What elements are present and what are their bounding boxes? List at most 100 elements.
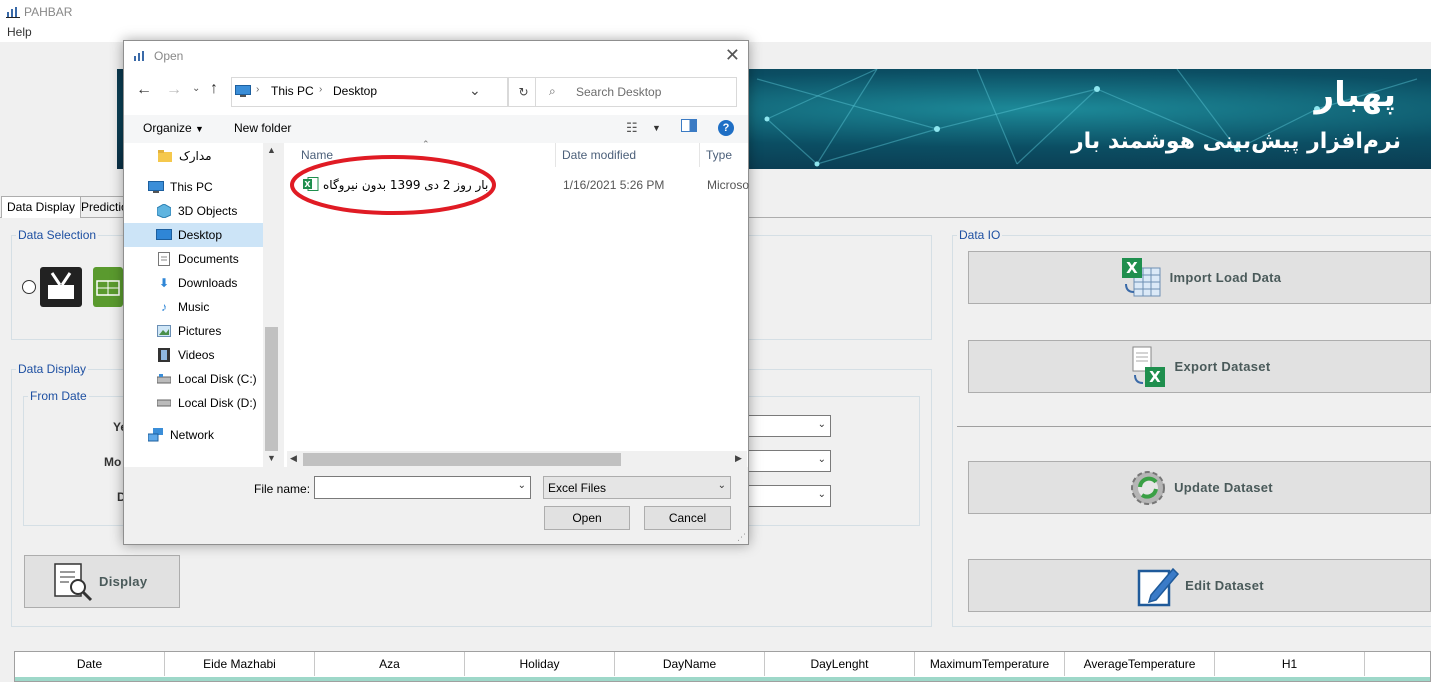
nav-item-documents[interactable]: Documents xyxy=(124,247,263,271)
transmission-icon[interactable] xyxy=(40,267,82,307)
file-type-value: Excel Files xyxy=(548,481,607,495)
help-icon[interactable]: ? xyxy=(718,120,734,136)
scroll-right-icon[interactable]: ▶ xyxy=(735,453,742,464)
io-divider xyxy=(957,426,1431,427)
banner-subtitle: نرم‌افزار پیش‌بینی هوشمند بار xyxy=(1070,129,1401,154)
forward-arrow-icon[interactable]: → xyxy=(166,81,182,99)
music-icon: ♪ xyxy=(161,300,167,314)
organize-button[interactable]: Organize ▼ xyxy=(143,121,204,135)
dialog-command-bar: Organize ▼ New folder ☷ ▼ ? xyxy=(124,115,748,143)
nav-item-this-pc[interactable]: This PC xyxy=(124,175,263,199)
chevron-down-icon[interactable]: ⌄ xyxy=(469,82,481,99)
open-file-dialog: Open ✕ ← → ⌄ ↑ › This PC › Desktop ⌄ ↻ ⌕… xyxy=(123,40,749,545)
recent-locations-icon[interactable]: ⌄ xyxy=(192,83,200,94)
nav-item-local-disk-c[interactable]: Local Disk (C:) xyxy=(124,367,263,391)
grid-header-avg-temp[interactable]: AverageTemperature xyxy=(1065,652,1215,676)
column-date-modified[interactable]: Date modified xyxy=(562,143,702,167)
disk-icon xyxy=(156,396,172,410)
file-name-input[interactable]: ⌄ xyxy=(314,476,531,499)
search-placeholder: Search Desktop xyxy=(576,85,662,99)
dialog-titlebar[interactable]: Open ✕ xyxy=(124,41,748,71)
highlight-ellipse xyxy=(290,155,496,215)
close-icon[interactable]: ✕ xyxy=(725,45,740,66)
grid-header-daylenght[interactable]: DayLenght xyxy=(765,652,915,676)
chevron-down-icon[interactable]: ⌄ xyxy=(518,480,526,491)
nav-item-madarek[interactable]: مدارک xyxy=(124,144,263,168)
scroll-up-icon[interactable]: ▲ xyxy=(267,145,276,155)
display-button[interactable]: Display xyxy=(24,555,180,608)
file-type-select[interactable]: Excel Files ⌄ xyxy=(543,476,731,499)
import-button-label: Import Load Data xyxy=(1169,270,1282,285)
column-divider[interactable] xyxy=(555,143,556,167)
scroll-left-icon[interactable]: ◀ xyxy=(290,453,297,464)
new-folder-button[interactable]: New folder xyxy=(234,121,291,135)
preview-pane-icon[interactable] xyxy=(681,119,697,132)
app-title: PAHBAR xyxy=(24,5,73,19)
scrollbar-thumb[interactable] xyxy=(265,327,278,451)
address-bar[interactable]: › This PC › Desktop ⌄ xyxy=(231,77,508,107)
source-radio[interactable] xyxy=(22,280,36,294)
grid-header-aza[interactable]: Aza xyxy=(315,652,465,676)
nav-item-label: Local Disk (C:) xyxy=(178,372,257,386)
breadcrumb-desktop[interactable]: Desktop xyxy=(333,84,377,98)
nav-item-label: This PC xyxy=(170,180,213,194)
nav-item-label: Desktop xyxy=(178,228,223,242)
nav-item-pictures[interactable]: Pictures xyxy=(124,319,263,343)
search-icon: ⌕ xyxy=(549,84,556,98)
update-dataset-button[interactable]: Update Dataset xyxy=(968,461,1431,514)
nav-item-desktop[interactable]: Desktop xyxy=(124,223,263,247)
nav-item-3d-objects[interactable]: 3D Objects xyxy=(124,199,263,223)
nav-item-label: Downloads xyxy=(178,276,238,290)
column-type[interactable]: Type xyxy=(706,143,748,167)
update-button-label: Update Dataset xyxy=(1174,480,1273,495)
display-button-label: Display xyxy=(99,574,148,589)
resize-grip-icon[interactable]: ⋰ xyxy=(737,532,746,543)
nav-item-local-disk-d[interactable]: Local Disk (D:) xyxy=(124,391,263,415)
nav-scrollbar[interactable]: ▲ ▼ xyxy=(263,143,280,467)
back-arrow-icon[interactable]: ← xyxy=(136,81,152,99)
grid-header-date[interactable]: Date xyxy=(15,652,165,676)
organize-label: Organize xyxy=(143,121,192,135)
search-box[interactable]: ⌕ Search Desktop xyxy=(535,77,737,107)
file-date: 1/16/2021 5:26 PM xyxy=(563,178,665,192)
breadcrumb-separator-icon: › xyxy=(256,84,260,95)
nav-item-music[interactable]: ♪ Music xyxy=(124,295,263,319)
file-name-label: File name: xyxy=(254,482,311,496)
menu-help[interactable]: Help xyxy=(7,25,32,39)
grid-header-dayname[interactable]: DayName xyxy=(615,652,765,676)
disk-icon xyxy=(156,372,172,386)
cancel-button[interactable]: Cancel xyxy=(644,506,731,530)
up-arrow-icon[interactable]: ↑ xyxy=(210,80,218,98)
month-select[interactable]: ⌄ xyxy=(740,450,831,472)
nav-item-network[interactable]: Network xyxy=(124,423,263,447)
chevron-down-icon[interactable]: ▼ xyxy=(652,123,661,133)
nav-item-videos[interactable]: Videos xyxy=(124,343,263,367)
grid-header-eide-mazhabi[interactable]: Eide Mazhabi xyxy=(165,652,315,676)
scrollbar-thumb[interactable] xyxy=(303,453,621,466)
month-label: Mo xyxy=(104,455,122,469)
view-options-icon[interactable]: ☷ xyxy=(626,120,638,136)
import-load-data-button[interactable]: X Import Load Data xyxy=(968,251,1431,304)
solar-icon[interactable] xyxy=(93,267,123,307)
export-dataset-button[interactable]: X Export Dataset xyxy=(968,340,1431,393)
grid-header-h1[interactable]: H1 xyxy=(1215,652,1365,676)
svg-text:X: X xyxy=(1149,368,1161,386)
year-select[interactable]: ⌄ xyxy=(740,415,831,437)
dialog-navbar: ← → ⌄ ↑ › This PC › Desktop ⌄ ↻ ⌕ Search… xyxy=(124,71,748,115)
nav-item-downloads[interactable]: ⬇ Downloads xyxy=(124,271,263,295)
document-search-icon xyxy=(54,562,93,601)
open-button[interactable]: Open xyxy=(544,506,630,530)
horizontal-scrollbar[interactable]: ◀ ▶ xyxy=(287,451,747,468)
table-row[interactable] xyxy=(15,677,1430,681)
chevron-down-icon: ⌄ xyxy=(817,419,826,430)
column-divider[interactable] xyxy=(699,143,700,167)
day-select[interactable]: ⌄ xyxy=(740,485,831,507)
folder-icon xyxy=(157,149,173,163)
breadcrumb-this-pc[interactable]: This PC xyxy=(271,84,314,98)
edit-dataset-button[interactable]: Edit Dataset xyxy=(968,559,1431,612)
grid-header-max-temp[interactable]: MaximumTemperature xyxy=(915,652,1065,676)
grid-header-holiday[interactable]: Holiday xyxy=(465,652,615,676)
tab-data-display[interactable]: Data Display xyxy=(1,196,82,218)
scroll-down-icon[interactable]: ▼ xyxy=(267,453,276,463)
data-grid[interactable]: Date Eide Mazhabi Aza Holiday DayName Da… xyxy=(14,651,1431,682)
